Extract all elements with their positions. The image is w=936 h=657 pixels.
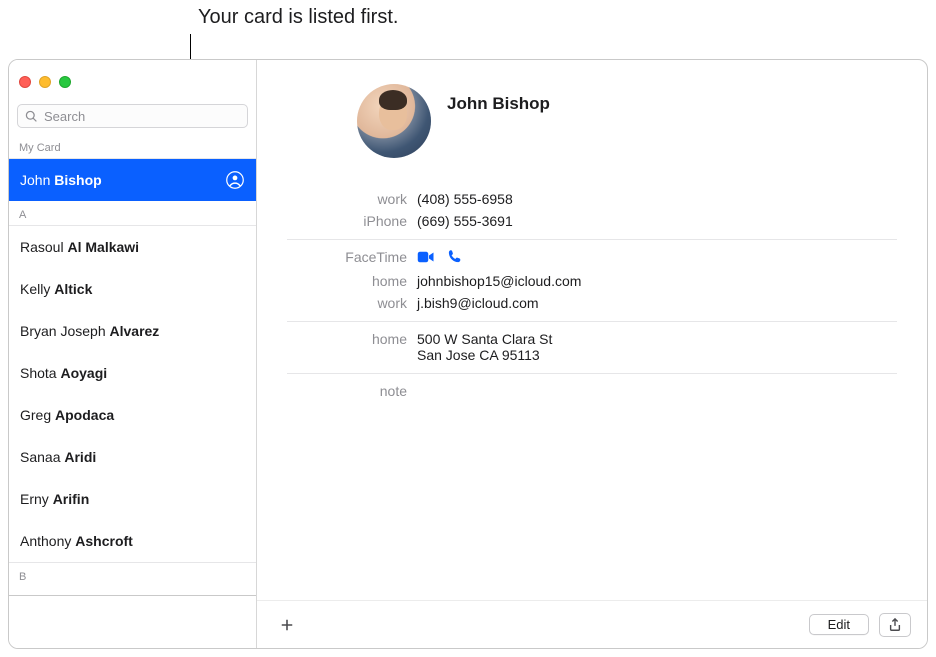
titlebar [9, 60, 256, 104]
field-label: home [287, 331, 417, 363]
field-row-iphone: iPhone (669) 555-3691 [287, 210, 897, 240]
list-item[interactable]: Erny Arifin [9, 478, 256, 520]
field-value[interactable]: j.bish9@icloud.com [417, 295, 539, 311]
field-row-note: note [287, 380, 897, 402]
share-icon [888, 618, 902, 632]
search-input[interactable]: Search [17, 104, 248, 128]
list-item[interactable]: Sanaa Aridi [9, 436, 256, 478]
sidebar: Search My Card John Bishop A Rasoul Al M… [9, 60, 257, 648]
list-item[interactable]: Bryan Joseph Alvarez [9, 310, 256, 352]
field-label: FaceTime [287, 249, 417, 267]
search-placeholder: Search [44, 109, 85, 124]
contact-name: Rasoul Al Malkawi [20, 239, 139, 255]
contact-list: John Bishop A Rasoul Al Malkawi Kelly Al… [9, 159, 256, 648]
field-value[interactable]: (669) 555-3691 [417, 213, 513, 229]
card-detail-pane: John Bishop work (408) 555-6958 iPhone (… [257, 60, 927, 648]
plus-icon [280, 618, 294, 632]
contact-name: Shota Aoyagi [20, 365, 107, 381]
minimize-window-button[interactable] [39, 76, 51, 88]
section-my-card: My Card [9, 134, 256, 159]
contact-name: Greg Apodaca [20, 407, 114, 423]
field-row-facetime: FaceTime [287, 246, 897, 270]
section-a: A [9, 201, 256, 226]
add-button[interactable] [273, 613, 301, 637]
list-item[interactable]: Greg Apodaca [9, 394, 256, 436]
edit-button[interactable]: Edit [809, 614, 869, 635]
close-window-button[interactable] [19, 76, 31, 88]
avatar[interactable] [357, 84, 431, 158]
facetime-buttons [417, 249, 462, 267]
contact-name: John Bishop [20, 172, 102, 188]
field-label: home [287, 273, 417, 289]
field-row-work-email: work j.bish9@icloud.com [287, 292, 897, 322]
facetime-video-icon[interactable] [417, 250, 435, 267]
field-label: note [287, 383, 417, 399]
field-row-home-address: home 500 W Santa Clara St San Jose CA 95… [287, 328, 897, 374]
field-value[interactable]: johnbishop15@icloud.com [417, 273, 581, 289]
card-header: John Bishop [257, 60, 927, 168]
contact-name: Anthony Ashcroft [20, 533, 133, 549]
window-controls [19, 76, 71, 88]
field-value[interactable]: 500 W Santa Clara St San Jose CA 95113 [417, 331, 552, 363]
list-item[interactable]: Rasoul Al Malkawi [9, 226, 256, 268]
field-label: iPhone [287, 213, 417, 229]
me-card-icon [225, 170, 245, 190]
list-item[interactable]: Kelly Altick [9, 268, 256, 310]
facetime-audio-icon[interactable] [447, 249, 462, 267]
contact-name: Erny Arifin [20, 491, 89, 507]
callout-text: Your card is listed first. [198, 6, 398, 29]
search-icon [25, 110, 38, 123]
right-buttons: Edit [809, 613, 911, 637]
card-details: work (408) 555-6958 iPhone (669) 555-369… [257, 168, 927, 402]
address-line-1: 500 W Santa Clara St [417, 331, 552, 347]
share-button[interactable] [879, 613, 911, 637]
contact-name: Sanaa Aridi [20, 449, 96, 465]
list-item[interactable]: Shota Aoyagi [9, 352, 256, 394]
search-wrap: Search [9, 104, 256, 134]
contact-name: Bryan Joseph Alvarez [20, 323, 159, 339]
zoom-window-button[interactable] [59, 76, 71, 88]
list-item[interactable]: Anthony Ashcroft [9, 520, 256, 562]
field-row-work-phone: work (408) 555-6958 [287, 188, 897, 210]
field-row-home-email: home johnbishop15@icloud.com [287, 270, 897, 292]
field-label: work [287, 295, 417, 311]
bottom-toolbar: Edit [257, 600, 927, 648]
contact-name: Kelly Altick [20, 281, 92, 297]
contacts-window: Search My Card John Bishop A Rasoul Al M… [8, 59, 928, 649]
card-title: John Bishop [447, 84, 550, 114]
field-label: work [287, 191, 417, 207]
my-card-row[interactable]: John Bishop [9, 159, 256, 201]
address-line-2: San Jose CA 95113 [417, 347, 552, 363]
section-b: B [9, 562, 256, 596]
field-value[interactable]: (408) 555-6958 [417, 191, 513, 207]
